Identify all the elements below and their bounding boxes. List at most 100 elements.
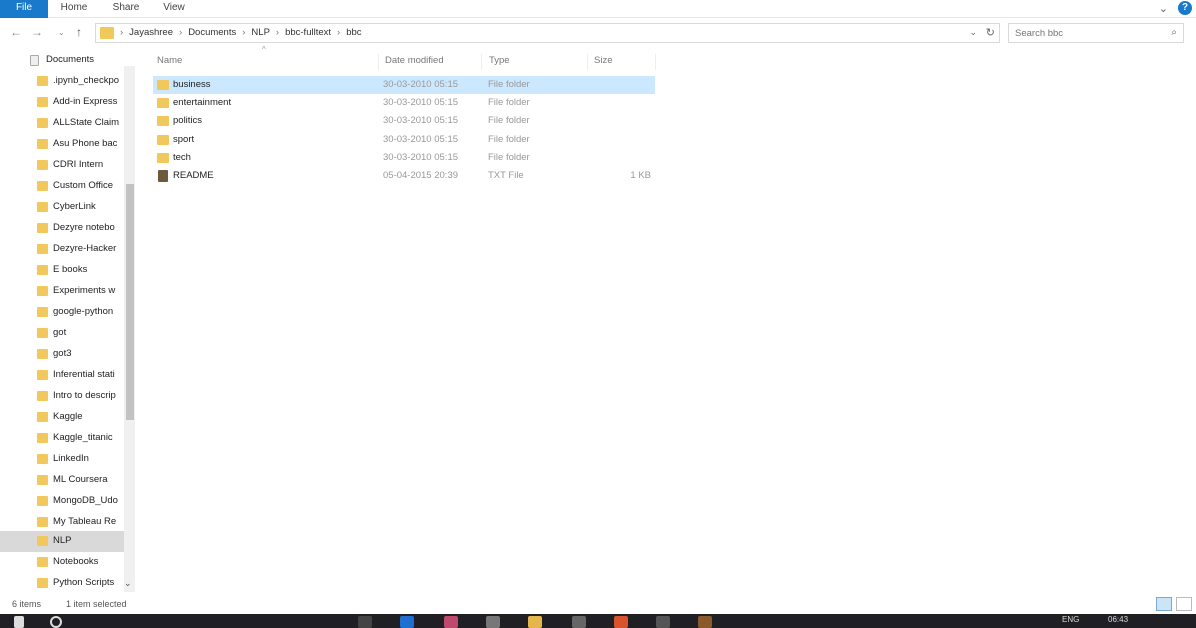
sidebar-item[interactable]: Kaggle [0, 407, 124, 428]
document-icon [30, 55, 39, 66]
tab-view[interactable]: View [154, 0, 194, 18]
app-icon[interactable] [486, 616, 500, 628]
column-header-size[interactable]: Size [590, 54, 656, 70]
file-row-entertainment[interactable]: entertainment 30-03-2010 05:15 File fold… [153, 94, 655, 112]
sidebar-scroll-thumb[interactable] [126, 184, 134, 420]
file-date: 05-04-2015 20:39 [383, 170, 459, 181]
sidebar-item-nlp[interactable]: NLP [0, 531, 124, 552]
sidebar-item[interactable]: Asu Phone bac [0, 134, 124, 155]
column-header-type[interactable]: Type [485, 54, 588, 70]
task-view-icon[interactable] [358, 616, 372, 628]
sidebar-item-label: NLP [53, 535, 72, 546]
app-icon[interactable] [656, 616, 670, 628]
sidebar-item[interactable]: google-python [0, 302, 124, 323]
file-date: 30-03-2010 05:15 [383, 134, 459, 145]
clock[interactable]: 06:43 [1108, 615, 1128, 624]
file-row-politics[interactable]: politics 30-03-2010 05:15 File folder [153, 112, 655, 130]
language-indicator[interactable]: ENG [1062, 615, 1079, 624]
sidebar-item[interactable]: .ipynb_checkpo [0, 71, 124, 92]
expand-ribbon-icon[interactable]: ⌄ [1159, 2, 1168, 15]
address-dropdown-icon[interactable]: ⌄ [969, 27, 977, 38]
folder-icon [157, 98, 169, 108]
sidebar-item[interactable]: Inferential stati [0, 365, 124, 386]
large-icons-view-icon[interactable] [1176, 597, 1192, 611]
search-icon[interactable] [50, 616, 62, 628]
sidebar-item[interactable]: Python Scripts [0, 573, 124, 594]
search-input[interactable] [1009, 24, 1159, 42]
sidebar-item[interactable]: My Tableau Re [0, 512, 124, 533]
refresh-icon[interactable]: ↻ [986, 26, 995, 39]
sidebar-item[interactable]: Kaggle_titanic [0, 428, 124, 449]
folder-icon [37, 118, 48, 128]
folder-icon [157, 135, 169, 145]
sidebar-item[interactable]: ALLState Claim [0, 113, 124, 134]
sidebar-item-label: Kaggle_titanic [53, 432, 113, 443]
sidebar-item[interactable]: ML Coursera [0, 470, 124, 491]
recent-locations-icon[interactable]: ⌄ [58, 28, 65, 37]
folder-icon [37, 97, 48, 107]
sidebar-item[interactable]: E books [0, 260, 124, 281]
breadcrumb-separator: › [337, 27, 341, 38]
sidebar-item-label: Python Scripts [53, 577, 115, 588]
app-icon[interactable] [444, 616, 458, 628]
breadcrumb-separator: › [179, 27, 183, 38]
sidebar-item[interactable]: MongoDB_Udo [0, 491, 124, 512]
chrome-icon[interactable] [614, 616, 628, 628]
breadcrumb-nlp[interactable]: NLP [251, 27, 269, 38]
sidebar-item[interactable]: Dezyre notebo [0, 218, 124, 239]
windows-start-icon[interactable] [14, 616, 24, 628]
sidebar-item-documents[interactable]: Documents [0, 50, 124, 71]
sort-ascending-icon: ^ [262, 45, 266, 54]
column-header-date-modified[interactable]: Date modified [381, 54, 482, 70]
file-row-sport[interactable]: sport 30-03-2010 05:15 File folder [153, 131, 655, 149]
sidebar-item[interactable]: LinkedIn [0, 449, 124, 470]
folder-icon [37, 578, 48, 588]
breadcrumb-separator: › [275, 27, 280, 38]
file-row-readme[interactable]: README 05-04-2015 20:39 TXT File 1 KB [153, 167, 655, 185]
edge-icon[interactable] [400, 616, 414, 628]
scroll-down-icon[interactable]: ⌄ [124, 578, 132, 589]
search-icon[interactable]: ⌕ [1171, 27, 1177, 38]
file-row-tech[interactable]: tech 30-03-2010 05:15 File folder [153, 149, 655, 167]
tab-home[interactable]: Home [52, 0, 96, 18]
settings-gear-icon[interactable] [572, 616, 586, 628]
file-name: README [173, 170, 214, 181]
help-icon[interactable]: ? [1178, 1, 1192, 15]
breadcrumb-documents[interactable]: Documents [188, 27, 236, 38]
details-view-icon[interactable] [1156, 597, 1172, 611]
file-size: 1 KB [630, 170, 651, 181]
sidebar-item[interactable]: Intro to descrip [0, 386, 124, 407]
breadcrumb-jayashree[interactable]: Jayashree [129, 27, 173, 38]
file-explorer-icon[interactable] [528, 616, 542, 628]
folder-icon [37, 286, 48, 296]
file-row-business[interactable]: business 30-03-2010 05:15 File folder [153, 76, 655, 94]
file-name: politics [173, 115, 203, 126]
sidebar-item[interactable]: Add-in Express [0, 92, 124, 113]
file-type: TXT File [488, 170, 524, 181]
breadcrumb-bbc[interactable]: bbc [346, 27, 361, 38]
app-icon[interactable] [698, 616, 712, 628]
folder-icon [157, 153, 169, 163]
ribbon: File Home Share View ⌄ ? [0, 0, 1196, 18]
sidebar-item-label: Notebooks [53, 556, 99, 567]
sidebar-item[interactable]: Custom Office [0, 176, 124, 197]
file-type: File folder [488, 152, 530, 163]
sidebar-item[interactable]: got3 [0, 344, 124, 365]
sidebar-item[interactable]: got [0, 323, 124, 344]
file-name: entertainment [173, 97, 232, 108]
forward-arrow-icon[interactable]: → [31, 25, 43, 39]
address-bar[interactable]: › Jayashree › Documents › NLP › bbc-full… [95, 23, 1000, 43]
sidebar-item[interactable]: Notebooks [0, 552, 124, 573]
tab-share[interactable]: Share [104, 0, 148, 18]
back-arrow-icon[interactable]: ← [10, 25, 22, 39]
sidebar-item[interactable]: CDRI Intern [0, 155, 124, 176]
sidebar-item[interactable]: Experiments w [0, 281, 124, 302]
column-header-name[interactable]: Name [153, 54, 379, 70]
sidebar-item[interactable]: CyberLink [0, 197, 124, 218]
up-arrow-icon[interactable]: ↑ [76, 25, 82, 39]
sidebar-item[interactable]: Dezyre-Hacker [0, 239, 124, 260]
tab-file[interactable]: File [0, 0, 48, 18]
file-name: sport [173, 134, 195, 145]
breadcrumb-bbc-fulltext[interactable]: bbc-fulltext [285, 27, 331, 38]
sidebar-item-label: got [53, 327, 67, 338]
